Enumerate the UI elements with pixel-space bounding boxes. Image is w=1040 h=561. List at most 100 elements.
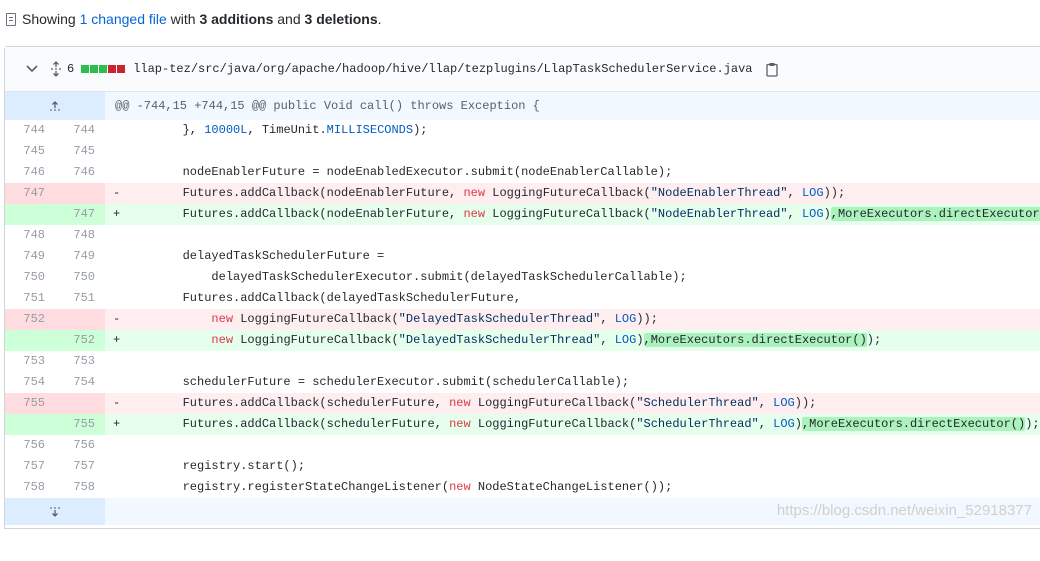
diff-line-addition: 755 + Futures.addCallback(schedulerFuture… (5, 414, 1040, 435)
code-token: LOG (773, 396, 795, 410)
code-token: "DelayedTaskSchedulerThread" (398, 312, 601, 326)
diff-line-deletion: 755 - Futures.addCallback(schedulerFuture… (5, 393, 1040, 414)
diffstat-block (117, 65, 126, 73)
code-token: LoggingFutureCallback( (233, 333, 399, 347)
code-token: }, (125, 123, 205, 137)
code-token: )); (794, 396, 817, 410)
new-line-number[interactable]: 748 (55, 225, 105, 246)
code-token: registry.registerStateChangeListener( (125, 480, 450, 494)
old-line-number[interactable]: 751 (5, 288, 55, 309)
code-token: , (758, 396, 774, 410)
old-line-number[interactable]: 750 (5, 267, 55, 288)
code-line: Futures.addCallback(schedulerFuture, new… (125, 414, 1040, 435)
code-token: MILLISECONDS (326, 123, 414, 137)
diff-summary: Showing 1 changed file with 3 additions … (6, 9, 382, 29)
new-line-number[interactable]: 751 (55, 288, 105, 309)
code-token: LoggingFutureCallback( (233, 312, 399, 326)
unfold-icon[interactable] (49, 61, 63, 77)
diff-line-context: 756 756 (5, 435, 1040, 456)
old-line-number[interactable] (5, 204, 55, 225)
changed-files-link[interactable]: 1 changed file (80, 11, 167, 27)
code-token: ) (794, 417, 802, 431)
new-line-number[interactable]: 752 (55, 330, 105, 351)
diff-line-deletion: 752 - new LoggingFutureCallback("DelayedT… (5, 309, 1040, 330)
old-line-number[interactable]: 755 (5, 393, 55, 414)
code-token: LOG (801, 207, 824, 221)
old-line-number[interactable]: 756 (5, 435, 55, 456)
old-line-number[interactable]: 753 (5, 351, 55, 372)
code-token: NodeStateChangeListener()); (470, 480, 673, 494)
code-token: ) (636, 333, 644, 347)
code-token: new (449, 417, 471, 431)
code-token: new (463, 207, 486, 221)
diff-line-deletion: 747 - Futures.addCallback(nodeEnablerFutu… (5, 183, 1040, 204)
code-token: "NodeEnablerThread" (650, 186, 788, 200)
new-line-number[interactable]: 746 (55, 162, 105, 183)
new-line-number[interactable]: 754 (55, 372, 105, 393)
new-line-number[interactable]: 749 (55, 246, 105, 267)
old-line-number[interactable]: 749 (5, 246, 55, 267)
code-token: ) (823, 207, 831, 221)
code-token: LOG (773, 417, 795, 431)
highlighted-change: ,MoreExecutors.directExecutor() (830, 207, 1040, 221)
summary-suffix: . (377, 11, 382, 27)
new-line-number[interactable]: 755 (55, 414, 105, 435)
old-line-number[interactable]: 744 (5, 120, 55, 141)
code-token: LOG (614, 333, 637, 347)
old-line-number[interactable]: 748 (5, 225, 55, 246)
clipboard-icon[interactable] (765, 61, 779, 77)
code-line: Futures.addCallback(nodeEnablerFuture, n… (125, 183, 846, 204)
new-line-number[interactable]: 758 (55, 477, 105, 498)
diff-marker: + (113, 207, 121, 221)
code-token: new (463, 186, 486, 200)
change-count: 6 (67, 62, 75, 76)
old-line-number[interactable]: 757 (5, 456, 55, 477)
diff-line-context: 757 757 registry.start(); (5, 456, 1040, 477)
new-line-number[interactable]: 745 (55, 141, 105, 162)
new-line-number[interactable] (55, 309, 105, 330)
file-path[interactable]: llap-tez/src/java/org/apache/hadoop/hive… (133, 62, 752, 76)
code-token: "NodeEnablerThread" (650, 207, 788, 221)
highlighted-change: ,MoreExecutors.directExecutor() (801, 417, 1026, 431)
old-line-number[interactable]: 752 (5, 309, 55, 330)
old-line-number[interactable]: 754 (5, 372, 55, 393)
code-token: Futures.addCallback(schedulerFuture, (125, 396, 450, 410)
code-token: ); (866, 333, 882, 347)
new-line-number[interactable]: 744 (55, 120, 105, 141)
expand-up-icon (50, 101, 60, 111)
diff-line-context: 744 744 }, 10000L, TimeUnit.MILLISECONDS)… (5, 120, 1040, 141)
new-line-number[interactable] (55, 393, 105, 414)
new-line-number[interactable]: 750 (55, 267, 105, 288)
new-line-number[interactable]: 756 (55, 435, 105, 456)
code-token: "SchedulerThread" (636, 396, 759, 410)
chevron-down-icon[interactable] (25, 62, 39, 76)
summary-and: and (273, 11, 305, 27)
code-token: nodeEnablerFuture = nodeEnabledExecutor.… (125, 165, 673, 179)
watermark: https://blog.csdn.net/weixin_52918377 (776, 502, 1032, 519)
diff-line-context: 753 753 (5, 351, 1040, 372)
old-line-number[interactable]: 758 (5, 477, 55, 498)
expand-up-button[interactable] (5, 92, 105, 120)
old-line-number[interactable] (5, 330, 55, 351)
new-line-number[interactable]: 747 (55, 204, 105, 225)
code-token: ); (1025, 417, 1040, 431)
old-line-number[interactable]: 747 (5, 183, 55, 204)
hunk-header-row: @@ -744,15 +744,15 @@ public Void call()… (5, 92, 1040, 120)
old-line-number[interactable]: 746 (5, 162, 55, 183)
new-line-number[interactable]: 753 (55, 351, 105, 372)
new-line-number[interactable] (55, 183, 105, 204)
code-token: Futures.addCallback(nodeEnablerFuture, (125, 186, 464, 200)
old-line-number[interactable]: 745 (5, 141, 55, 162)
code-token: schedulerFuture = schedulerExecutor.subm… (125, 375, 630, 389)
expand-down-button[interactable] (5, 498, 105, 525)
new-line-number[interactable]: 757 (55, 456, 105, 477)
diff-line-context: 749 749 delayedTaskSchedulerFuture = (5, 246, 1040, 267)
code-line: delayedTaskSchedulerFuture = (125, 246, 385, 267)
code-token: LOG (614, 312, 637, 326)
file-diff: 6 llap-tez/src/java/org/apache/hadoop/hi… (4, 46, 1040, 529)
diff-marker: - (113, 396, 121, 410)
old-line-number[interactable] (5, 414, 55, 435)
code-token: Futures.addCallback(schedulerFuture, (125, 417, 450, 431)
code-token: Futures.addCallback(nodeEnablerFuture, (125, 207, 464, 221)
